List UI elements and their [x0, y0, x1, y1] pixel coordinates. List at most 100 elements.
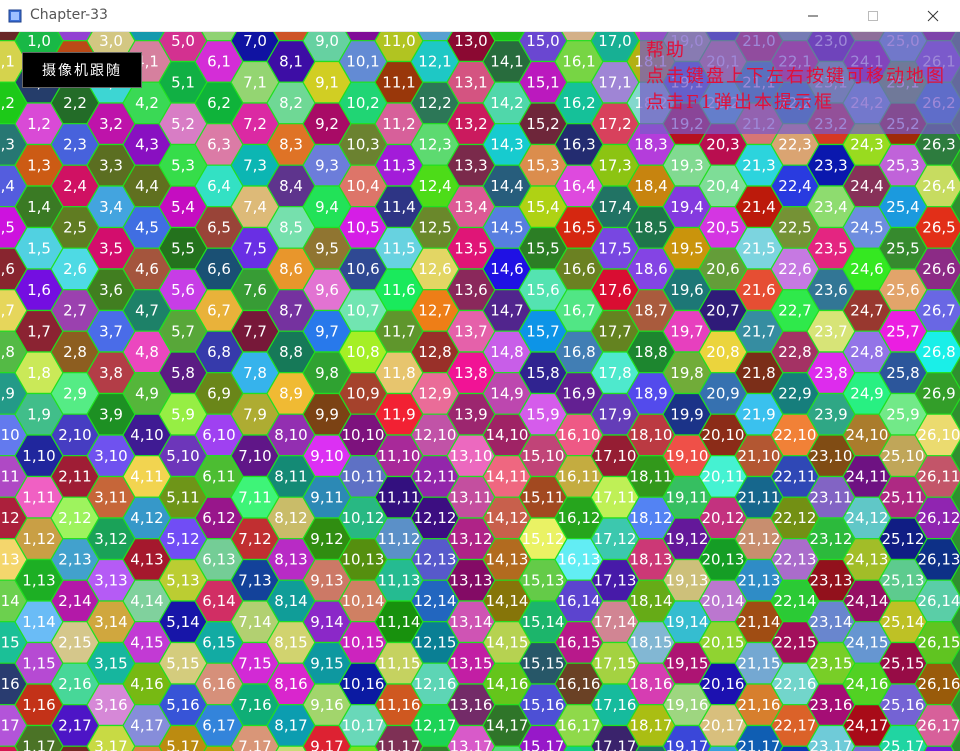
hex-label: 6,17	[202, 717, 235, 735]
hex-label: 20,14	[702, 592, 745, 610]
hex-label: 26,10	[918, 426, 960, 444]
hex-label: 15,0	[526, 32, 559, 50]
hex-label: 12,9	[418, 385, 451, 403]
hex-label: 7,8	[243, 364, 267, 382]
title-bar[interactable]: Chapter-33	[0, 0, 960, 32]
hex-label: 4,11	[130, 468, 163, 486]
hex-label: 1,14	[22, 613, 55, 631]
hex-label: 22,14	[774, 592, 817, 610]
hex-label: 18,3	[634, 136, 667, 154]
hex-label: 22,7	[778, 302, 811, 320]
hex-label: 16,9	[562, 385, 595, 403]
hex-label: 22,11	[774, 468, 817, 486]
hex-label: 9,14	[310, 613, 343, 631]
hex-label: 13,2	[454, 115, 487, 133]
hex-label: 8,16	[274, 675, 307, 693]
hex-label: 24,13	[846, 551, 889, 569]
hex-label: 3,10	[94, 447, 127, 465]
hex-label: 10,11	[342, 468, 385, 486]
hex-label: 13,14	[450, 613, 493, 631]
hex-label: 3,3	[99, 156, 123, 174]
hex-label: 16,16	[558, 675, 601, 693]
hex-label: 19,12	[666, 530, 709, 548]
hex-label: 15,9	[526, 405, 559, 423]
hex-map[interactable]: 0,00,10,20,30,40,50,60,70,80,90,100,110,…	[0, 32, 960, 751]
hex-label: 21,11	[738, 488, 781, 506]
hex-label: 2,16	[58, 675, 91, 693]
hex-label: 15,7	[526, 322, 559, 340]
hex-label: 15,17	[522, 737, 565, 751]
hex-label: 13,1	[454, 73, 487, 91]
hex-label: 17,10	[594, 447, 637, 465]
hex-label: 4,9	[135, 385, 159, 403]
hex-label: 15,11	[522, 488, 565, 506]
hex-label: 14,2	[490, 94, 523, 112]
hex-label: 11,15	[378, 654, 421, 672]
hex-label: 12,12	[414, 509, 457, 527]
hex-label: 18,15	[630, 634, 673, 652]
hex-label: 14,4	[490, 177, 523, 195]
hex-label: 7,11	[238, 488, 271, 506]
hex-label: 22,15	[774, 634, 817, 652]
hex-label: 24,15	[846, 634, 889, 652]
hex-label: 10,1	[346, 53, 379, 71]
hex-label: 19,11	[666, 488, 709, 506]
hex-label: 3,8	[99, 364, 123, 382]
hex-label: 22,6	[778, 260, 811, 278]
hex-label: 10,7	[346, 302, 379, 320]
hex-label: 3,4	[99, 198, 123, 216]
hex-label: 0,16	[0, 675, 20, 693]
hex-label: 12,15	[414, 634, 457, 652]
hex-label: 18,6	[634, 260, 667, 278]
hex-label: 14,12	[486, 509, 529, 527]
hex-label: 18,16	[630, 675, 673, 693]
hex-label: 0,6	[0, 260, 15, 278]
hex-label: 11,14	[378, 613, 421, 631]
hex-label: 7,17	[238, 737, 271, 751]
hex-label: 8,17	[274, 717, 307, 735]
hex-label: 10,4	[346, 177, 379, 195]
hex-label: 26,12	[918, 509, 960, 527]
hex-label: 24,7	[850, 302, 883, 320]
hex-label: 1,6	[27, 281, 51, 299]
maximize-button[interactable]	[850, 0, 896, 32]
hex-label: 11,4	[382, 198, 415, 216]
hex-label: 20,12	[702, 509, 745, 527]
hex-label: 23,8	[814, 364, 847, 382]
game-viewport[interactable]: 0,00,10,20,30,40,50,60,70,80,90,100,110,…	[0, 32, 960, 751]
hex-label: 8,6	[279, 260, 303, 278]
help-title: 帮助	[646, 40, 686, 61]
hex-label: 8,7	[279, 302, 303, 320]
hex-label: 6,9	[207, 385, 231, 403]
hex-label: 10,3	[346, 136, 379, 154]
hex-label: 11,8	[382, 364, 415, 382]
hex-label: 7,7	[243, 322, 267, 340]
close-button[interactable]	[910, 0, 956, 32]
hex-label: 24,9	[850, 385, 883, 403]
hex-label: 9,2	[315, 115, 339, 133]
minimize-button[interactable]	[790, 0, 836, 32]
hex-label: 16,4	[562, 177, 595, 195]
hex-label: 20,11	[702, 468, 745, 486]
hex-label: 2,8	[63, 343, 87, 361]
hex-label: 17,17	[594, 737, 637, 751]
hex-label: 17,1	[598, 73, 631, 91]
hex-label: 21,4	[742, 198, 775, 216]
hex-label: 14,16	[486, 675, 529, 693]
hex-label: 26,11	[918, 468, 960, 486]
hex-label: 10,2	[346, 94, 379, 112]
hex-label: 1,16	[22, 696, 55, 714]
hex-label: 16,2	[562, 94, 595, 112]
hex-label: 25,12	[882, 530, 925, 548]
hex-label: 19,7	[670, 322, 703, 340]
hex-label: 10,17	[342, 717, 385, 735]
camera-follow-button[interactable]: 摄像机跟随	[22, 52, 142, 88]
hex-label: 9,3	[315, 156, 339, 174]
hex-label: 13,5	[454, 239, 487, 257]
hex-label: 15,12	[522, 530, 565, 548]
hex-label: 8,8	[279, 343, 303, 361]
hex-label: 1,10	[22, 447, 55, 465]
hex-label: 0,11	[0, 468, 20, 486]
hex-label: 4,13	[130, 551, 163, 569]
hex-label: 19,5	[670, 239, 703, 257]
